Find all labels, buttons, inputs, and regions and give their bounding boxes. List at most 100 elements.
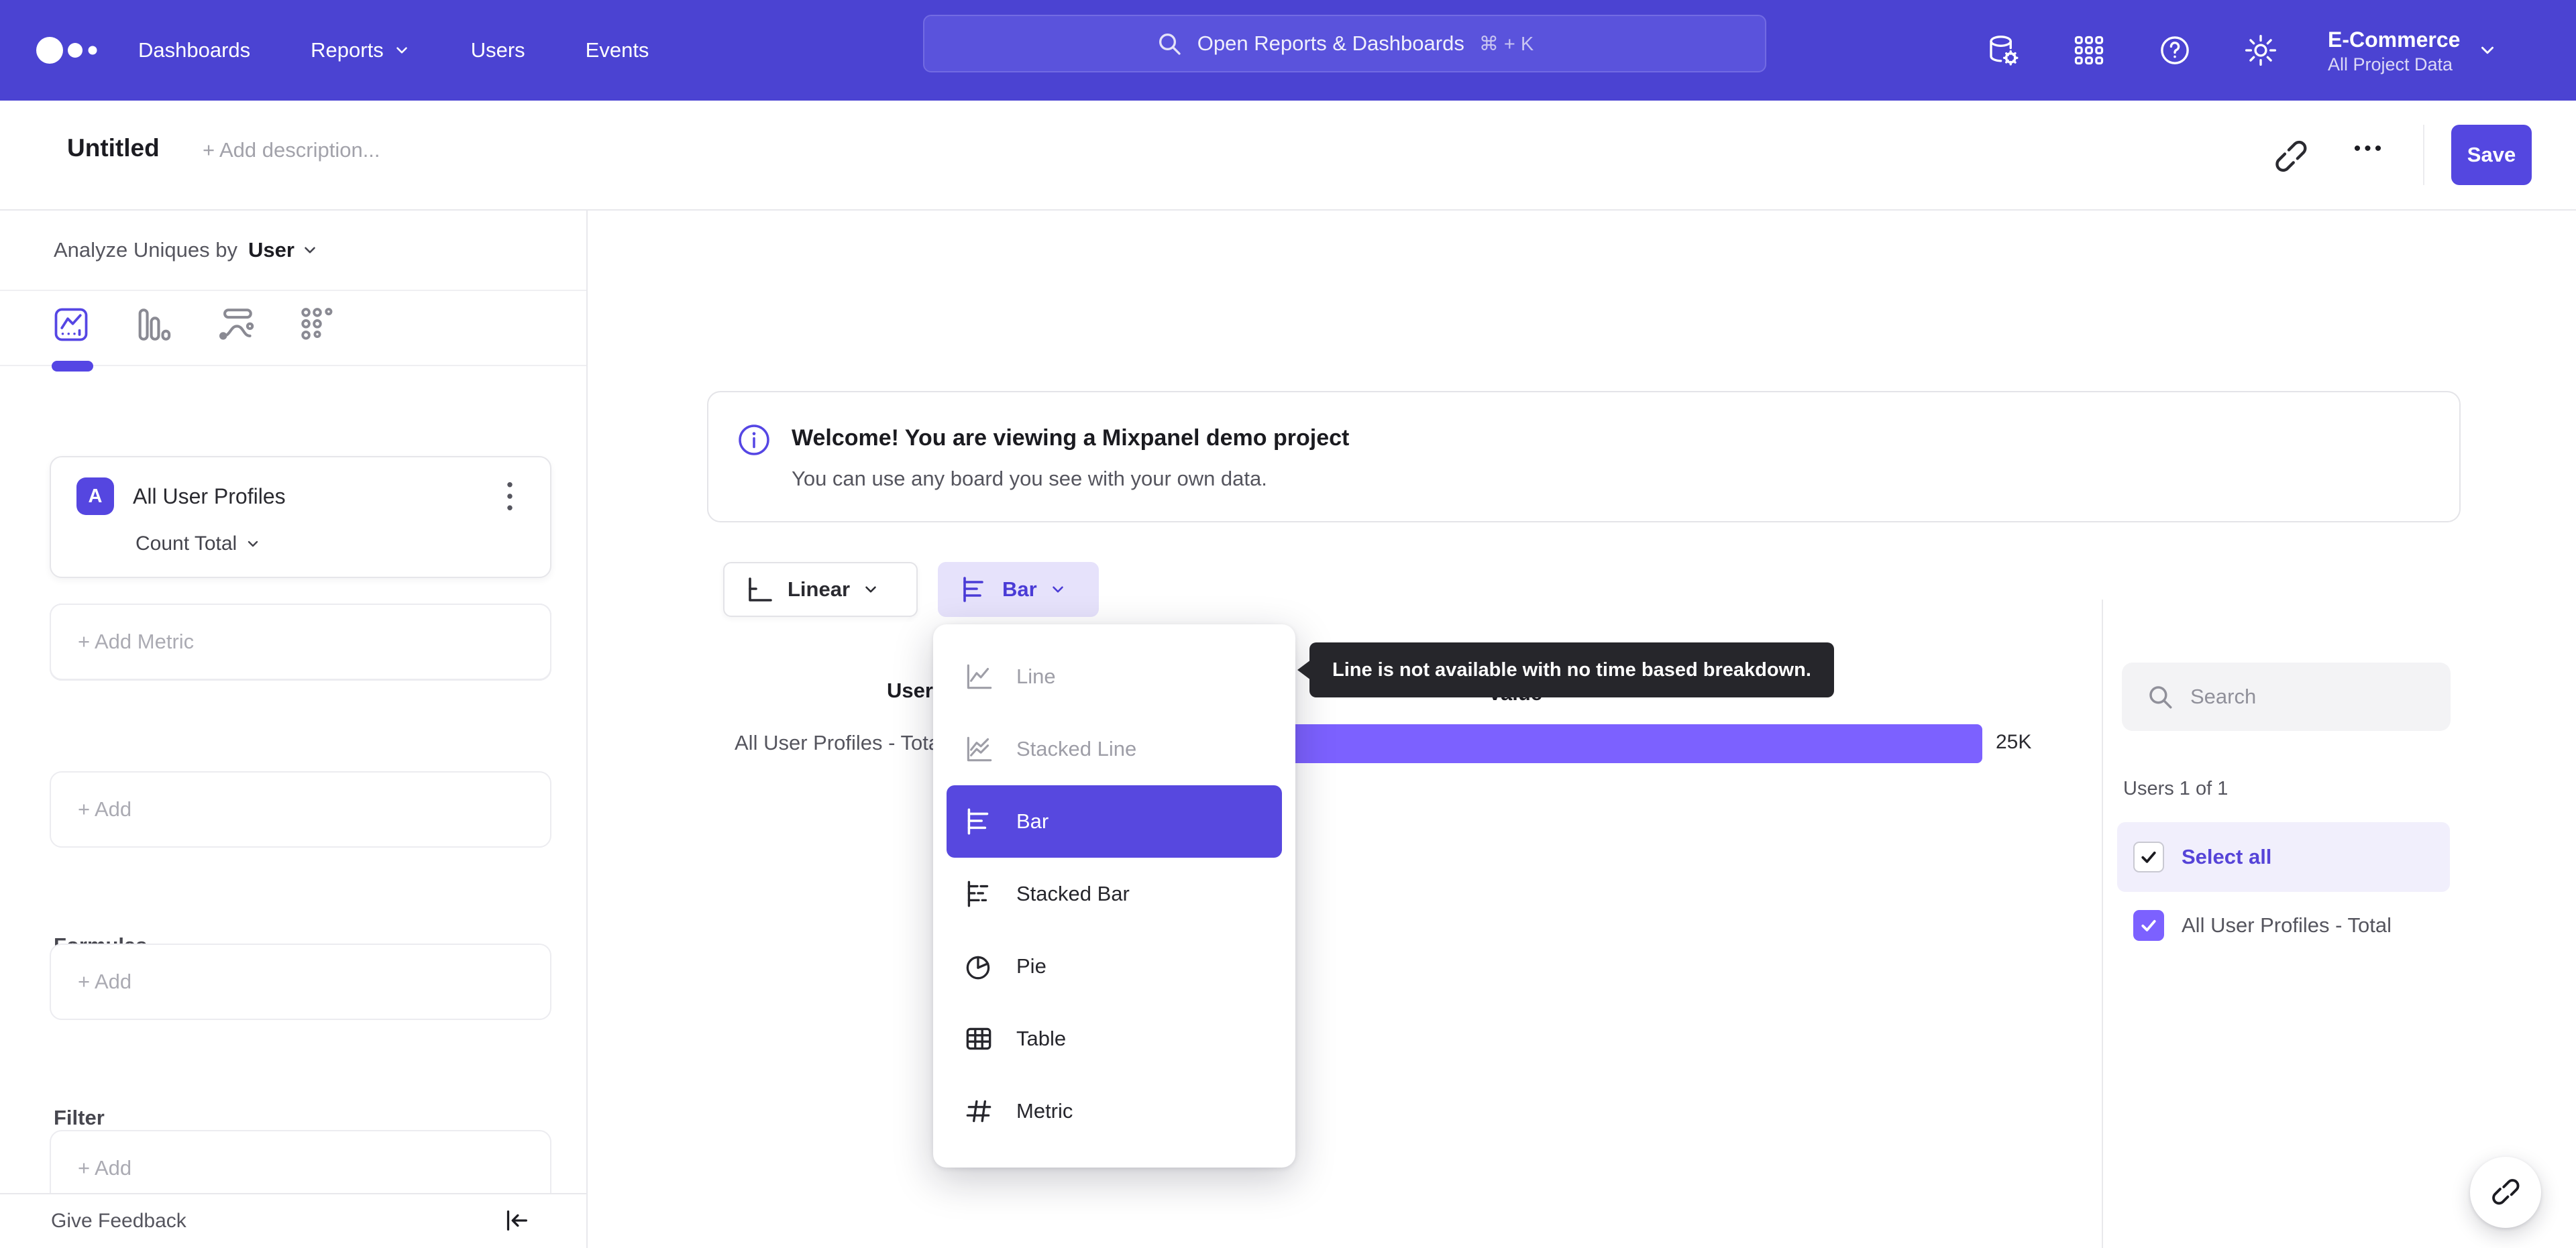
analyze-entity-value: User (248, 238, 294, 262)
check-icon (2141, 919, 2156, 931)
metric-name: All User Profiles (133, 484, 286, 508)
menu-item-pie[interactable]: Pie (947, 930, 1282, 1003)
project-switcher[interactable]: E-Commerce All Project Data (2328, 0, 2498, 101)
metric-hash-icon (961, 1094, 996, 1129)
collapse-sidebar-icon[interactable] (500, 1205, 533, 1237)
line-chart-icon (961, 659, 996, 694)
report-title[interactable]: Untitled (67, 134, 160, 162)
scale-value: Linear (788, 577, 851, 601)
legend-series-row[interactable]: All User Profiles - Total (2117, 892, 2546, 959)
chevron-down-icon (1052, 586, 1063, 593)
stacked-bar-chart-icon (961, 876, 996, 911)
save-button[interactable]: Save (2451, 125, 2532, 185)
give-feedback-link[interactable]: Give Feedback (51, 1210, 186, 1233)
nav-links: Dashboards Reports Users Events (138, 0, 649, 101)
tab-funnels[interactable] (131, 303, 174, 346)
line-disabled-tooltip: Line is not available with no time based… (1297, 642, 1834, 697)
tab-retention[interactable] (296, 303, 339, 346)
nav-users[interactable]: Users (471, 38, 525, 62)
demo-banner-title: Welcome! You are viewing a Mixpanel demo… (792, 425, 1350, 451)
bar-chart-icon (961, 804, 996, 839)
table-icon (961, 1021, 996, 1056)
legend-series-label: All User Profiles - Total (2182, 913, 2392, 937)
legend-search-placeholder: Search (2190, 685, 2257, 708)
metric-card[interactable]: A All User Profiles Count Total (50, 456, 551, 578)
global-search-button[interactable]: Open Reports & Dashboards ⌘ + K (923, 15, 1766, 72)
menu-item-metric[interactable]: Metric (947, 1075, 1282, 1147)
data-management-icon[interactable] (1984, 32, 2022, 69)
menu-item-stacked-bar-label: Stacked Bar (1016, 882, 1130, 905)
share-link-fab[interactable] (2470, 1157, 2541, 1228)
menu-item-bar-label: Bar (1016, 809, 1049, 833)
copy-link-button[interactable] (2271, 134, 2312, 174)
metric-aggregation-value: Count Total (136, 532, 237, 555)
demo-banner (707, 391, 2461, 522)
analyze-prefix-label: Analyze Uniques by (54, 238, 237, 262)
chart-type-value: Bar (1002, 577, 1037, 601)
menu-item-line-label: Line (1016, 665, 1056, 688)
legend-search-input[interactable]: Search (2122, 663, 2451, 731)
help-icon[interactable] (2156, 32, 2194, 69)
search-icon (2149, 686, 2172, 709)
chevron-down-icon (248, 541, 258, 547)
series-checkbox[interactable] (2133, 910, 2164, 941)
add-metric-card[interactable]: + Add Metric (50, 604, 551, 680)
menu-item-stacked-line[interactable]: Stacked Line (947, 713, 1282, 785)
add-description-field[interactable]: + Add description... (203, 138, 380, 162)
apps-grid-icon[interactable] (2070, 32, 2108, 69)
chevron-down-icon (305, 247, 315, 253)
select-all-label: Select all (2182, 845, 2272, 868)
search-icon (1159, 34, 1181, 55)
nav-events-label: Events (585, 38, 649, 62)
scale-dropdown[interactable]: Linear (723, 562, 918, 617)
nav-dashboards-label: Dashboards (138, 38, 251, 62)
tab-insights[interactable] (50, 303, 93, 346)
menu-item-stacked-bar[interactable]: Stacked Bar (947, 858, 1282, 930)
filter-label: Filter (54, 1106, 105, 1129)
legend-divider (2102, 600, 2103, 1248)
add-filter-button[interactable]: + Add (50, 944, 551, 1020)
analyze-entity-dropdown[interactable]: User (248, 238, 319, 262)
more-options-button[interactable]: ••• (2343, 129, 2396, 169)
select-all-row[interactable]: Select all (2117, 822, 2450, 892)
nav-reports[interactable]: Reports (311, 38, 411, 62)
settings-gear-icon[interactable] (2242, 32, 2279, 69)
add-formula-button[interactable]: + Add (50, 771, 551, 848)
chevron-down-icon (396, 47, 407, 54)
menu-item-bar[interactable]: Bar (947, 785, 1282, 858)
nav-users-label: Users (470, 38, 525, 62)
stacked-line-chart-icon (961, 732, 996, 767)
menu-item-stacked-line-label: Stacked Line (1016, 737, 1137, 760)
pie-chart-icon (961, 949, 996, 984)
filter-section-header: Filter (54, 1106, 105, 1130)
bar-chart-icon (963, 577, 983, 602)
check-icon (2141, 851, 2156, 863)
report-type-tabs (0, 291, 586, 372)
metric-aggregation-dropdown[interactable]: Count Total (136, 532, 261, 555)
tooltip-arrow (1297, 660, 1311, 680)
toolbar-divider (2423, 125, 2424, 185)
project-name: E-Commerce (2328, 27, 2461, 52)
global-search-shortcut: ⌘ + K (1479, 33, 1534, 55)
metric-kebab-menu[interactable] (496, 480, 523, 512)
chevron-down-icon (2481, 46, 2494, 54)
global-search-placeholder: Open Reports & Dashboards (1197, 32, 1464, 55)
project-scope: All Project Data (2328, 54, 2453, 75)
chart-type-dropdown[interactable]: Bar (938, 562, 1099, 617)
sidebar-footer: Give Feedback (0, 1193, 586, 1248)
tooltip-text: Line is not available with no time based… (1332, 659, 1811, 681)
chart-type-menu: Line Stacked Line Bar Stacked Bar Pie Ta… (933, 624, 1295, 1168)
metric-letter-badge: A (76, 477, 114, 515)
chart-bar-value: 25K (1996, 731, 2032, 753)
tab-flows[interactable] (215, 303, 258, 346)
select-all-checkbox[interactable] (2133, 842, 2164, 872)
menu-item-line[interactable]: Line (947, 640, 1282, 713)
nav-dashboards[interactable]: Dashboards (138, 38, 250, 62)
nav-icon-buttons (1984, 0, 2279, 101)
nav-events[interactable]: Events (586, 38, 649, 62)
menu-item-metric-label: Metric (1016, 1099, 1073, 1123)
menu-item-table-label: Table (1016, 1027, 1067, 1050)
mixpanel-logo-icon[interactable] (35, 0, 109, 101)
chevron-down-icon (865, 586, 876, 593)
menu-item-table[interactable]: Table (947, 1003, 1282, 1075)
